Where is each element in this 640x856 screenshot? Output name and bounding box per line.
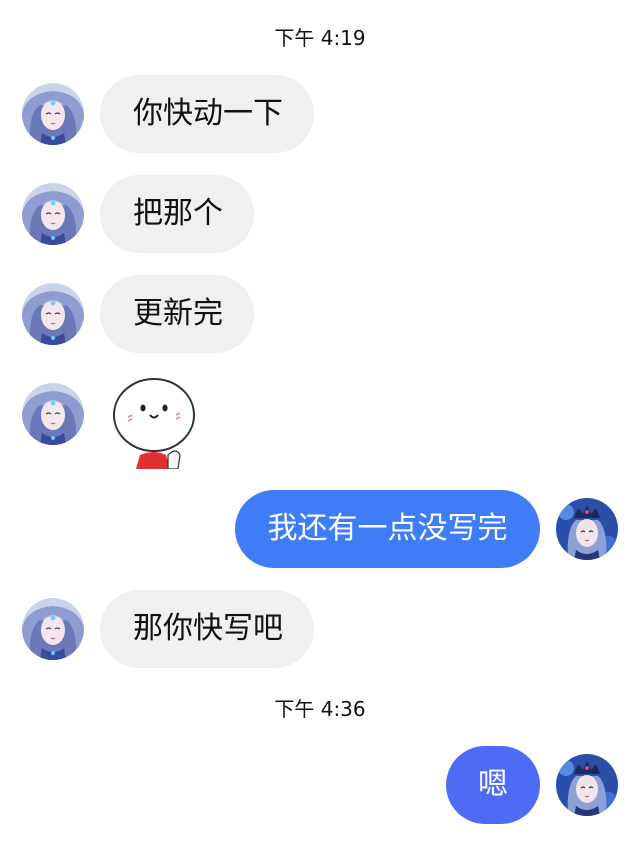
avatar[interactable]	[22, 283, 84, 345]
sticker-face	[113, 378, 195, 452]
message-bubble-outgoing[interactable]: 嗯	[446, 746, 540, 824]
message-bubble-incoming[interactable]: 你快动一下	[100, 75, 314, 153]
avatar[interactable]	[22, 383, 84, 445]
message-text: 把那个	[133, 196, 223, 231]
timestamp-1: 下午 4:19	[274, 26, 366, 50]
message-text: 那你快写吧	[133, 611, 283, 646]
avatar[interactable]	[22, 83, 84, 145]
message-bubble-outgoing[interactable]: 我还有一点没写完	[235, 490, 540, 568]
message-text: 你快动一下	[133, 96, 283, 131]
message-text: 嗯	[478, 767, 508, 802]
message-text: 更新完	[133, 296, 223, 331]
avatar[interactable]	[22, 183, 84, 245]
avatar[interactable]	[22, 598, 84, 660]
timestamp-2: 下午 4:36	[274, 697, 366, 721]
avatar[interactable]	[556, 754, 618, 816]
message-text: 我还有一点没写完	[267, 511, 508, 546]
avatar[interactable]	[556, 498, 618, 560]
message-bubble-incoming[interactable]: 那你快写吧	[100, 590, 314, 668]
message-bubble-incoming[interactable]: 更新完	[100, 275, 254, 353]
message-bubble-incoming[interactable]: 把那个	[100, 175, 254, 253]
smiling-face-sticker[interactable]	[110, 375, 200, 469]
